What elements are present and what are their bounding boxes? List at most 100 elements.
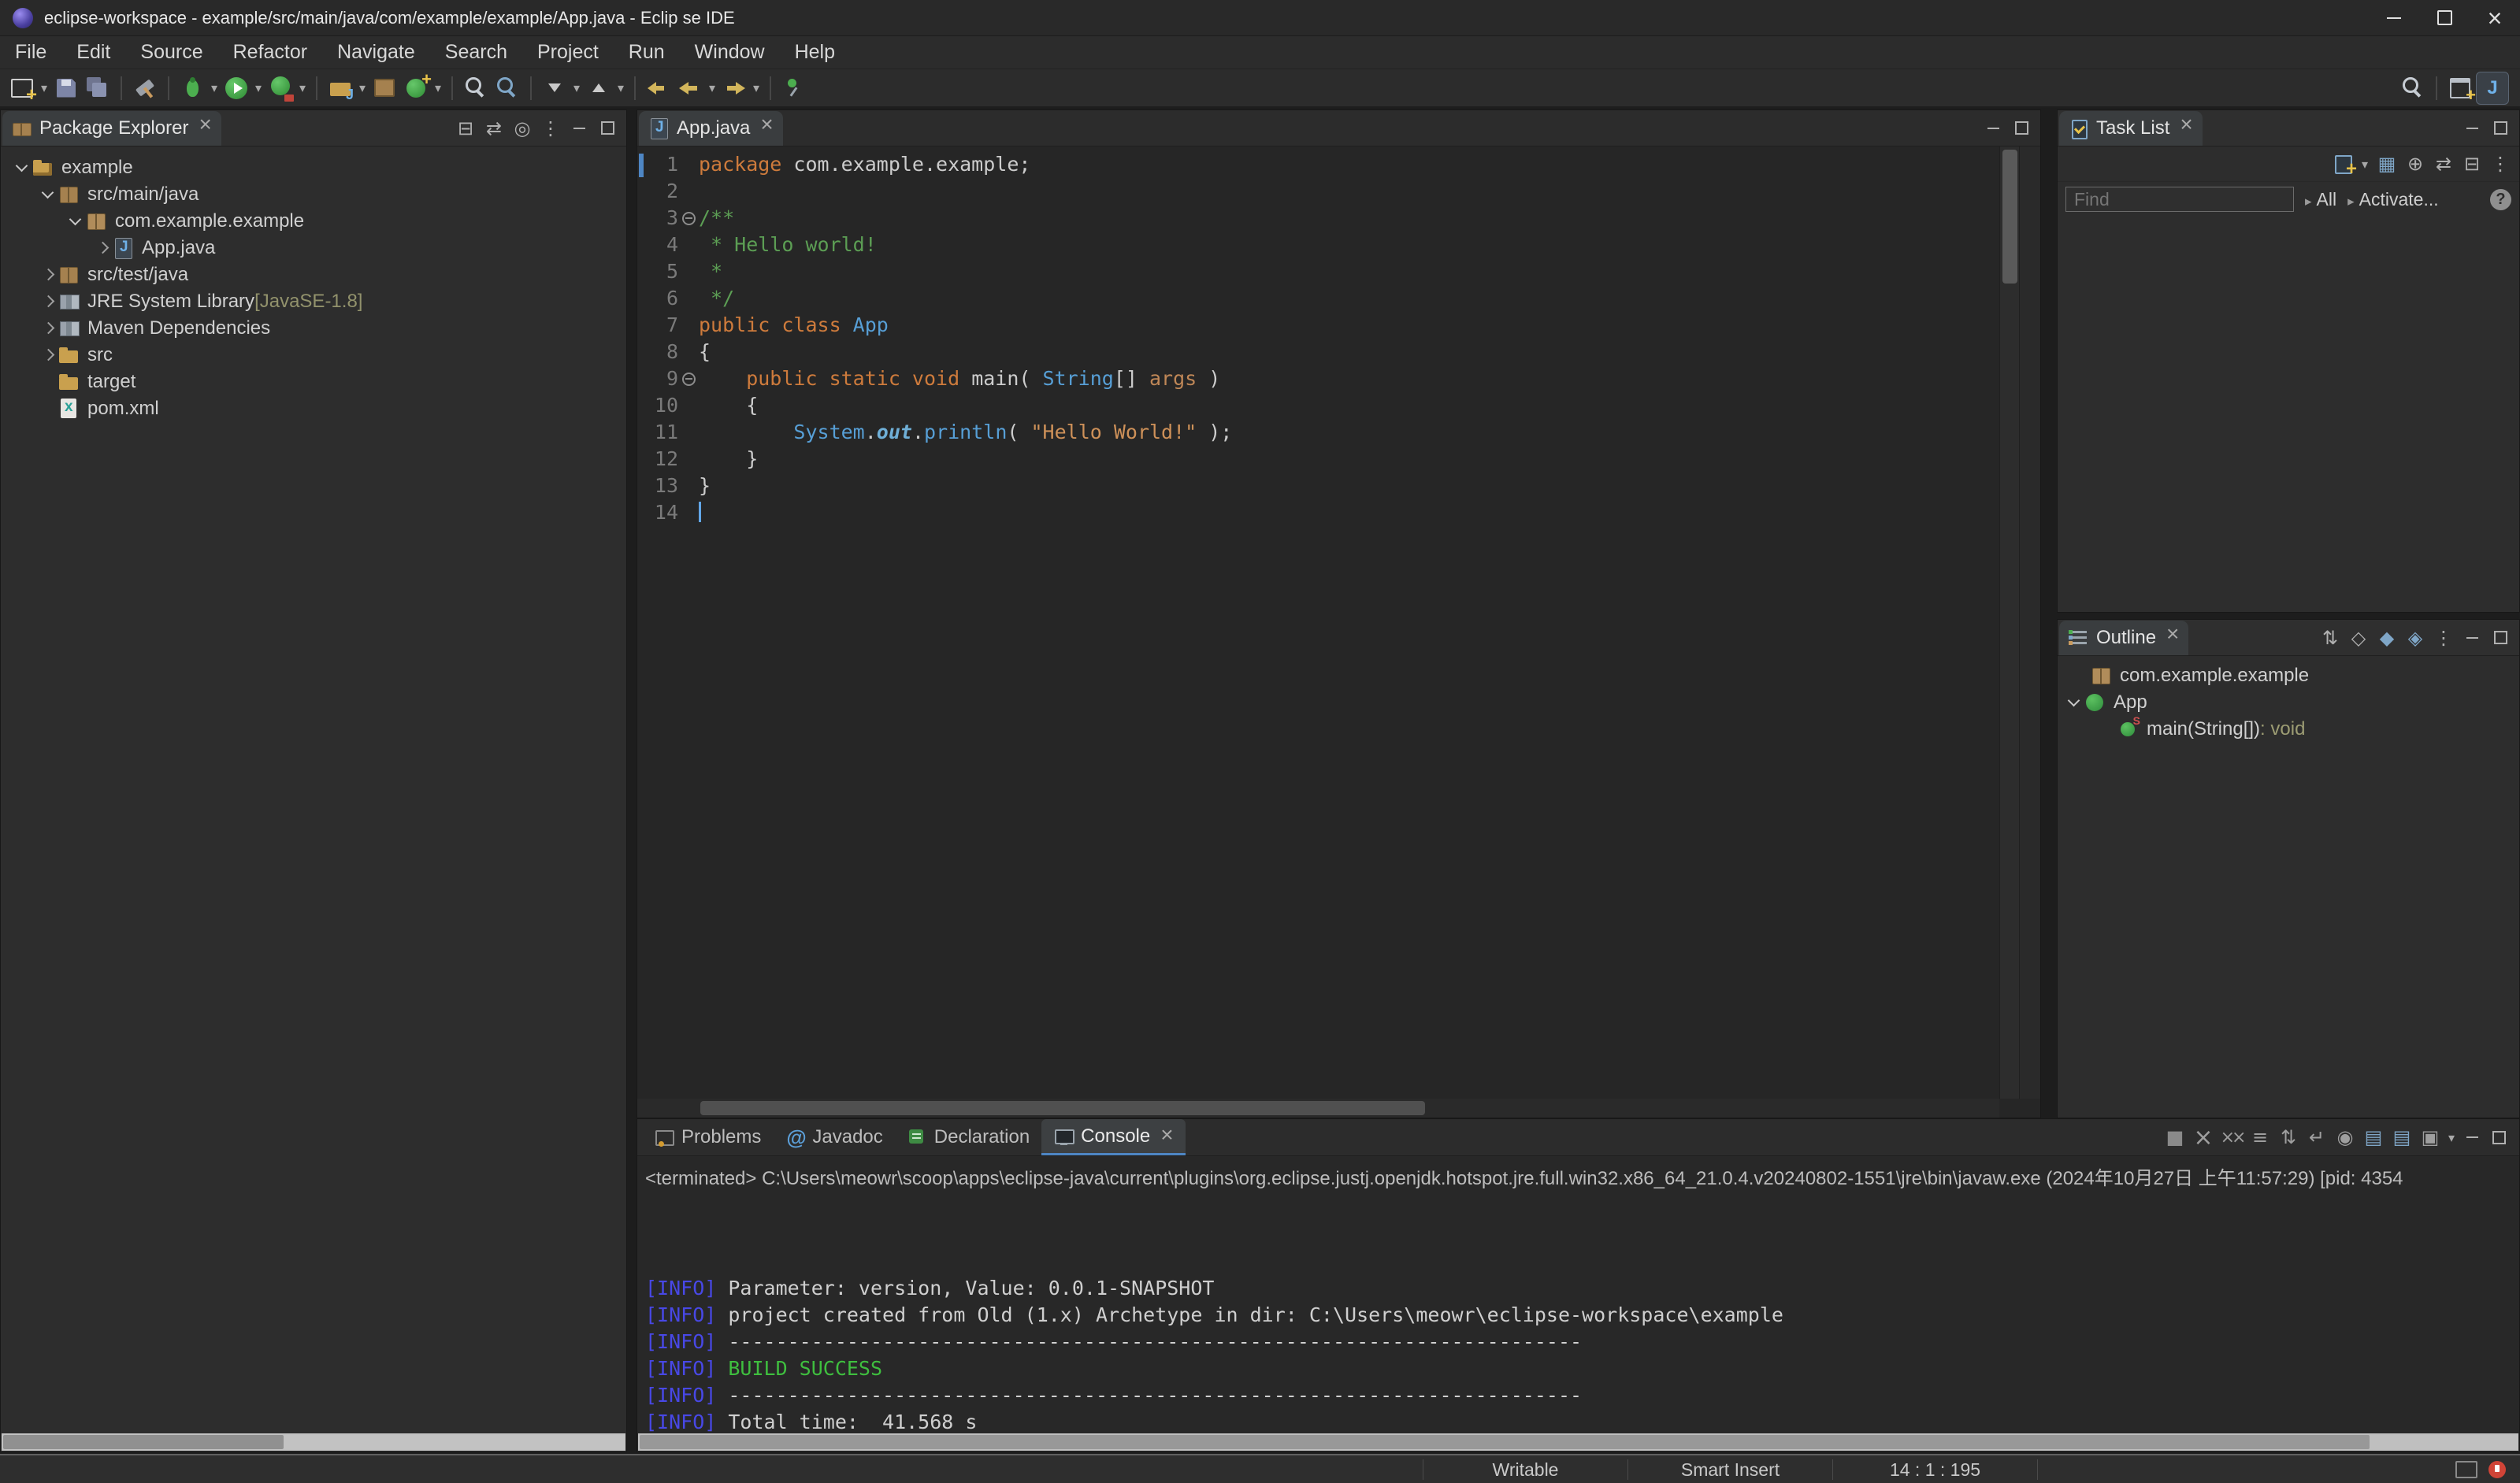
close-outline-icon[interactable]: [2166, 631, 2179, 645]
tree-item[interactable]: com.example.example: [1, 208, 626, 235]
remove-all-terminated-icon[interactable]: [2218, 1124, 2245, 1151]
debug-dropdown[interactable]: [208, 72, 221, 104]
pin-editor-button[interactable]: [778, 72, 810, 104]
show-console-on-stderr-icon[interactable]: [2388, 1124, 2415, 1151]
menu-item[interactable]: Run: [614, 36, 680, 69]
new-wizard-button[interactable]: [6, 72, 38, 106]
menu-item[interactable]: File: [0, 36, 61, 69]
code-editor[interactable]: 1 package com.example.example; 2 3/** 4 *…: [637, 146, 1999, 1099]
new-task-icon[interactable]: [2332, 152, 2357, 180]
previous-annotation-dropdown[interactable]: [614, 72, 627, 104]
clear-console-icon[interactable]: [2247, 1124, 2273, 1151]
last-edit-location-button[interactable]: [643, 72, 674, 104]
tree-expand-arrow-icon[interactable]: [12, 158, 32, 178]
tree-expand-arrow-icon[interactable]: [92, 238, 113, 258]
tree-item[interactable]: Maven Dependencies: [1, 315, 626, 342]
editor-vscrollbar[interactable]: [1999, 146, 2020, 1099]
pin-console-icon[interactable]: [2332, 1124, 2359, 1151]
package-explorer-hscrollbar[interactable]: [2, 1433, 625, 1451]
minimize-view-icon[interactable]: [2459, 116, 2485, 141]
overview-ruler[interactable]: [2019, 146, 2040, 1099]
scrollbar-thumb[interactable]: [3, 1435, 284, 1449]
minimize-view-icon[interactable]: [2459, 1125, 2485, 1150]
editor-hscrollbar[interactable]: [637, 1099, 1999, 1118]
new-class-dropdown[interactable]: [432, 72, 444, 104]
tab-javadoc[interactable]: Javadoc: [773, 1119, 894, 1155]
tree-expand-arrow-icon[interactable]: [38, 345, 58, 365]
tree-item[interactable]: src/main/java: [1, 181, 626, 208]
minimize-view-icon[interactable]: [2459, 625, 2485, 651]
menu-item[interactable]: Window: [680, 36, 780, 69]
scheduled-view-icon[interactable]: [2403, 151, 2428, 176]
next-annotation-button[interactable]: [539, 72, 570, 104]
minimize-window-button[interactable]: [2369, 0, 2419, 35]
save-button[interactable]: [50, 72, 82, 104]
hide-fields-icon[interactable]: [2346, 625, 2371, 651]
focus-on-active-task-icon[interactable]: [510, 116, 535, 141]
menu-item[interactable]: Project: [522, 36, 614, 69]
run-external-tools-dropdown[interactable]: [296, 72, 309, 104]
tree-item[interactable]: example: [1, 154, 626, 181]
next-annotation-dropdown[interactable]: [570, 72, 583, 104]
tab-console[interactable]: Console: [1041, 1119, 1186, 1155]
close-task-list-icon[interactable]: [2180, 121, 2192, 135]
new-task-dropdown[interactable]: [2359, 148, 2371, 180]
tree-expand-arrow-icon[interactable]: [2064, 692, 2084, 713]
open-type-button[interactable]: [460, 72, 492, 104]
close-console-icon[interactable]: [1160, 1125, 1173, 1147]
remove-launch-icon[interactable]: [2190, 1124, 2217, 1151]
new-java-package-button[interactable]: [369, 72, 400, 104]
java-perspective-button[interactable]: [2476, 71, 2509, 105]
new-class-button[interactable]: [400, 69, 432, 104]
tree-expand-arrow-icon[interactable]: [38, 265, 58, 285]
debug-button[interactable]: [176, 72, 208, 104]
run-button[interactable]: [221, 72, 252, 104]
maximize-view-icon[interactable]: [2488, 625, 2513, 651]
fold-marker-icon[interactable]: [678, 205, 699, 232]
collapse-all-icon[interactable]: [2459, 151, 2485, 176]
outline-item-method[interactable]: main(String[]) : void: [2058, 714, 2519, 743]
scroll-lock-icon[interactable]: [2275, 1124, 2302, 1151]
previous-annotation-button[interactable]: [583, 72, 614, 104]
tree-expand-arrow-icon[interactable]: [38, 318, 58, 339]
maximize-view-icon[interactable]: [2486, 1125, 2511, 1150]
save-all-button[interactable]: [82, 72, 113, 104]
tab-package-explorer[interactable]: Package Explorer: [2, 110, 221, 146]
tree-expand-arrow-icon[interactable]: [65, 211, 86, 232]
hide-non-public-members-icon[interactable]: [2403, 625, 2428, 651]
link-with-editor-icon[interactable]: [2431, 151, 2456, 176]
show-console-on-stdout-icon[interactable]: [2360, 1124, 2387, 1151]
tree-expand-arrow-icon[interactable]: [38, 184, 58, 205]
notification-icon[interactable]: [2488, 1460, 2506, 1478]
console-output[interactable]: <terminated> C:\Users\meowr\scoop\apps\e…: [637, 1156, 2519, 1433]
maximize-view-icon[interactable]: [595, 116, 620, 141]
tab-declaration[interactable]: Declaration: [895, 1119, 1041, 1155]
tree-item[interactable]: src: [1, 342, 626, 369]
scrollbar-thumb[interactable]: [640, 1435, 2370, 1449]
forward-dropdown[interactable]: [750, 72, 763, 104]
menu-item[interactable]: Help: [780, 36, 850, 69]
tree-item[interactable]: App.java: [1, 235, 626, 261]
back-dropdown[interactable]: [706, 72, 718, 104]
tree-item[interactable]: JRE System Library [JavaSE-1.8]: [1, 288, 626, 315]
close-editor-tab-icon[interactable]: [760, 121, 773, 135]
outline-item-package[interactable]: com.example.example: [2058, 662, 2519, 689]
tab-problems[interactable]: Problems: [642, 1119, 773, 1155]
build-all-button[interactable]: [129, 72, 161, 104]
tree-expand-arrow-icon[interactable]: [38, 291, 58, 312]
run-dropdown[interactable]: [252, 72, 265, 104]
help-icon[interactable]: ?: [2490, 188, 2511, 210]
tree-expand-arrow-icon[interactable]: [38, 372, 58, 392]
minimize-editor-icon[interactable]: [1980, 116, 2006, 141]
scrollbar-thumb[interactable]: [700, 1101, 1425, 1115]
tab-app-java[interactable]: App.java: [639, 110, 783, 146]
new-wizard-dropdown[interactable]: [38, 72, 50, 104]
tree-item[interactable]: pom.xml: [1, 395, 626, 422]
tab-task-list[interactable]: Task List: [2059, 110, 2203, 146]
word-wrap-icon[interactable]: [2303, 1124, 2330, 1151]
maximize-editor-icon[interactable]: [2009, 116, 2034, 141]
new-java-project-button[interactable]: [325, 72, 356, 104]
sort-icon[interactable]: [2318, 625, 2343, 651]
menu-item[interactable]: Source: [125, 36, 217, 69]
menu-item[interactable]: Navigate: [322, 36, 430, 69]
